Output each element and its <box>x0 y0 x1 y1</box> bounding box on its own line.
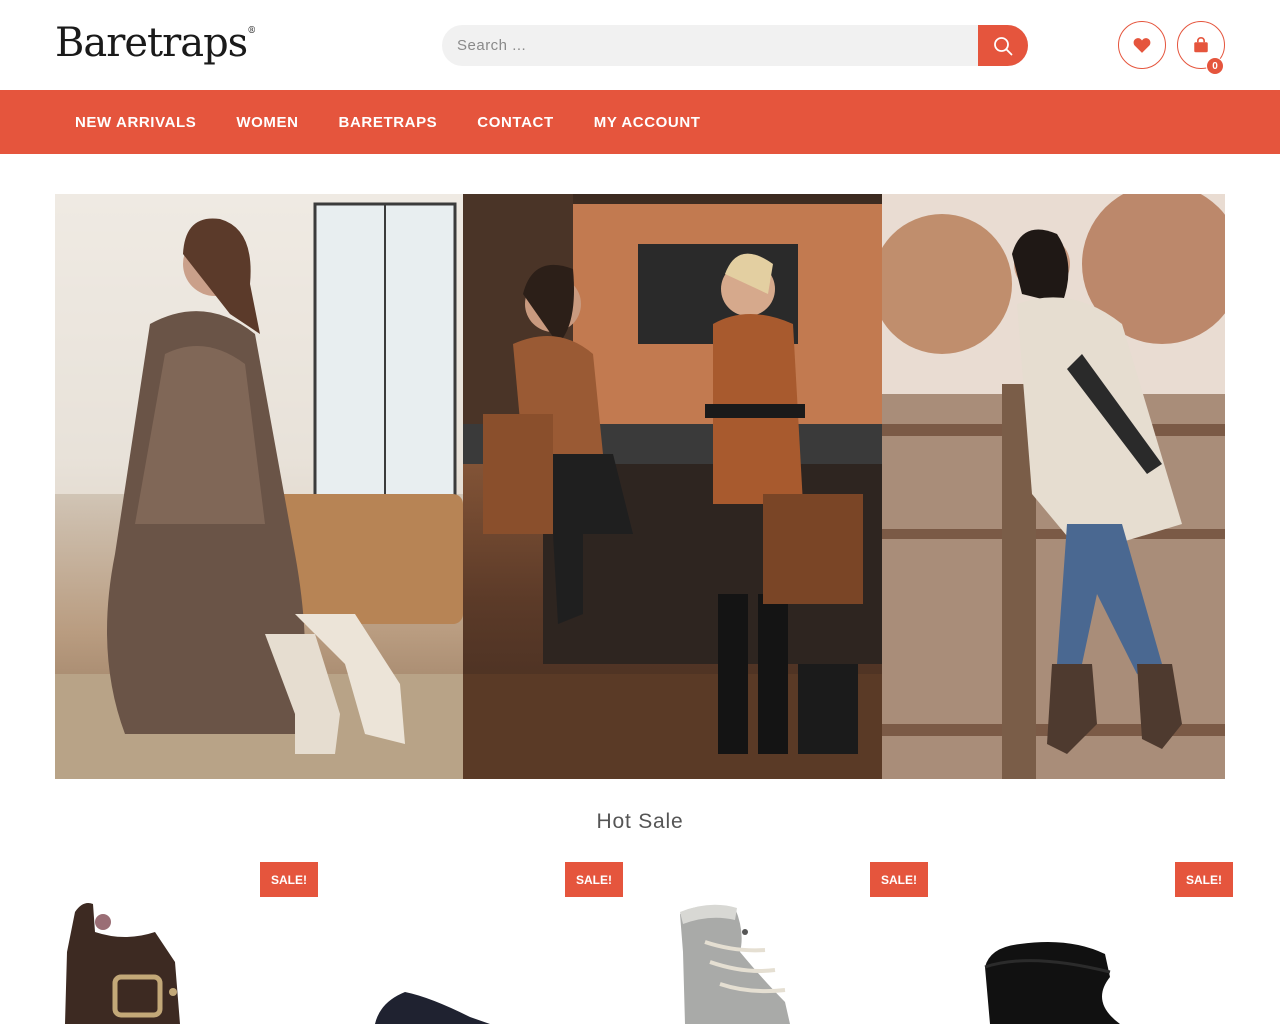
cart-button[interactable]: 0 <box>1177 21 1225 75</box>
search-bar <box>442 25 1028 66</box>
registered-mark: ® <box>247 26 256 36</box>
hot-sale-title: Hot Sale <box>596 810 684 833</box>
product-image <box>65 903 180 1024</box>
hero-illustration-left <box>55 194 463 779</box>
product-card[interactable]: SALE! <box>55 862 318 1024</box>
nav-item-my-account[interactable]: MY ACCOUNT <box>574 114 721 131</box>
site-logo[interactable]: Baretraps® <box>55 20 256 66</box>
nav-item-new-arrivals[interactable]: NEW ARRIVALS <box>55 114 216 131</box>
cart-count-badge: 0 <box>1206 57 1224 75</box>
hero-illustration-right <box>882 194 1225 779</box>
nav-item-women[interactable]: WOMEN <box>216 114 318 131</box>
search-input[interactable] <box>442 25 978 66</box>
hero-image-left <box>55 194 463 779</box>
product-card[interactable]: SALE! <box>360 862 623 1024</box>
heart-icon <box>1133 38 1151 53</box>
nav-item-contact[interactable]: CONTACT <box>457 114 573 131</box>
search-icon <box>994 36 1013 55</box>
nav-item-baretraps[interactable]: BARETRAPS <box>319 114 458 131</box>
hero-illustration-center <box>463 194 882 779</box>
hero-banner[interactable] <box>55 194 1225 779</box>
product-card[interactable]: SALE! <box>665 862 928 1024</box>
shopping-bag-icon <box>1194 36 1208 53</box>
product-card[interactable]: SALE! <box>970 862 1233 1024</box>
product-image <box>375 992 490 1024</box>
logo-text: Baretraps <box>55 20 248 66</box>
hero-image-center <box>463 194 882 779</box>
product-image <box>680 904 790 1024</box>
wishlist-button[interactable] <box>1118 21 1166 69</box>
product-image <box>984 941 1120 1024</box>
hero-image-right <box>882 194 1225 779</box>
site-header: Baretraps® 0 <box>0 0 1280 90</box>
main-nav: NEW ARRIVALS WOMEN BARETRAPS CONTACT MY … <box>0 90 1280 154</box>
search-button[interactable] <box>978 25 1028 66</box>
